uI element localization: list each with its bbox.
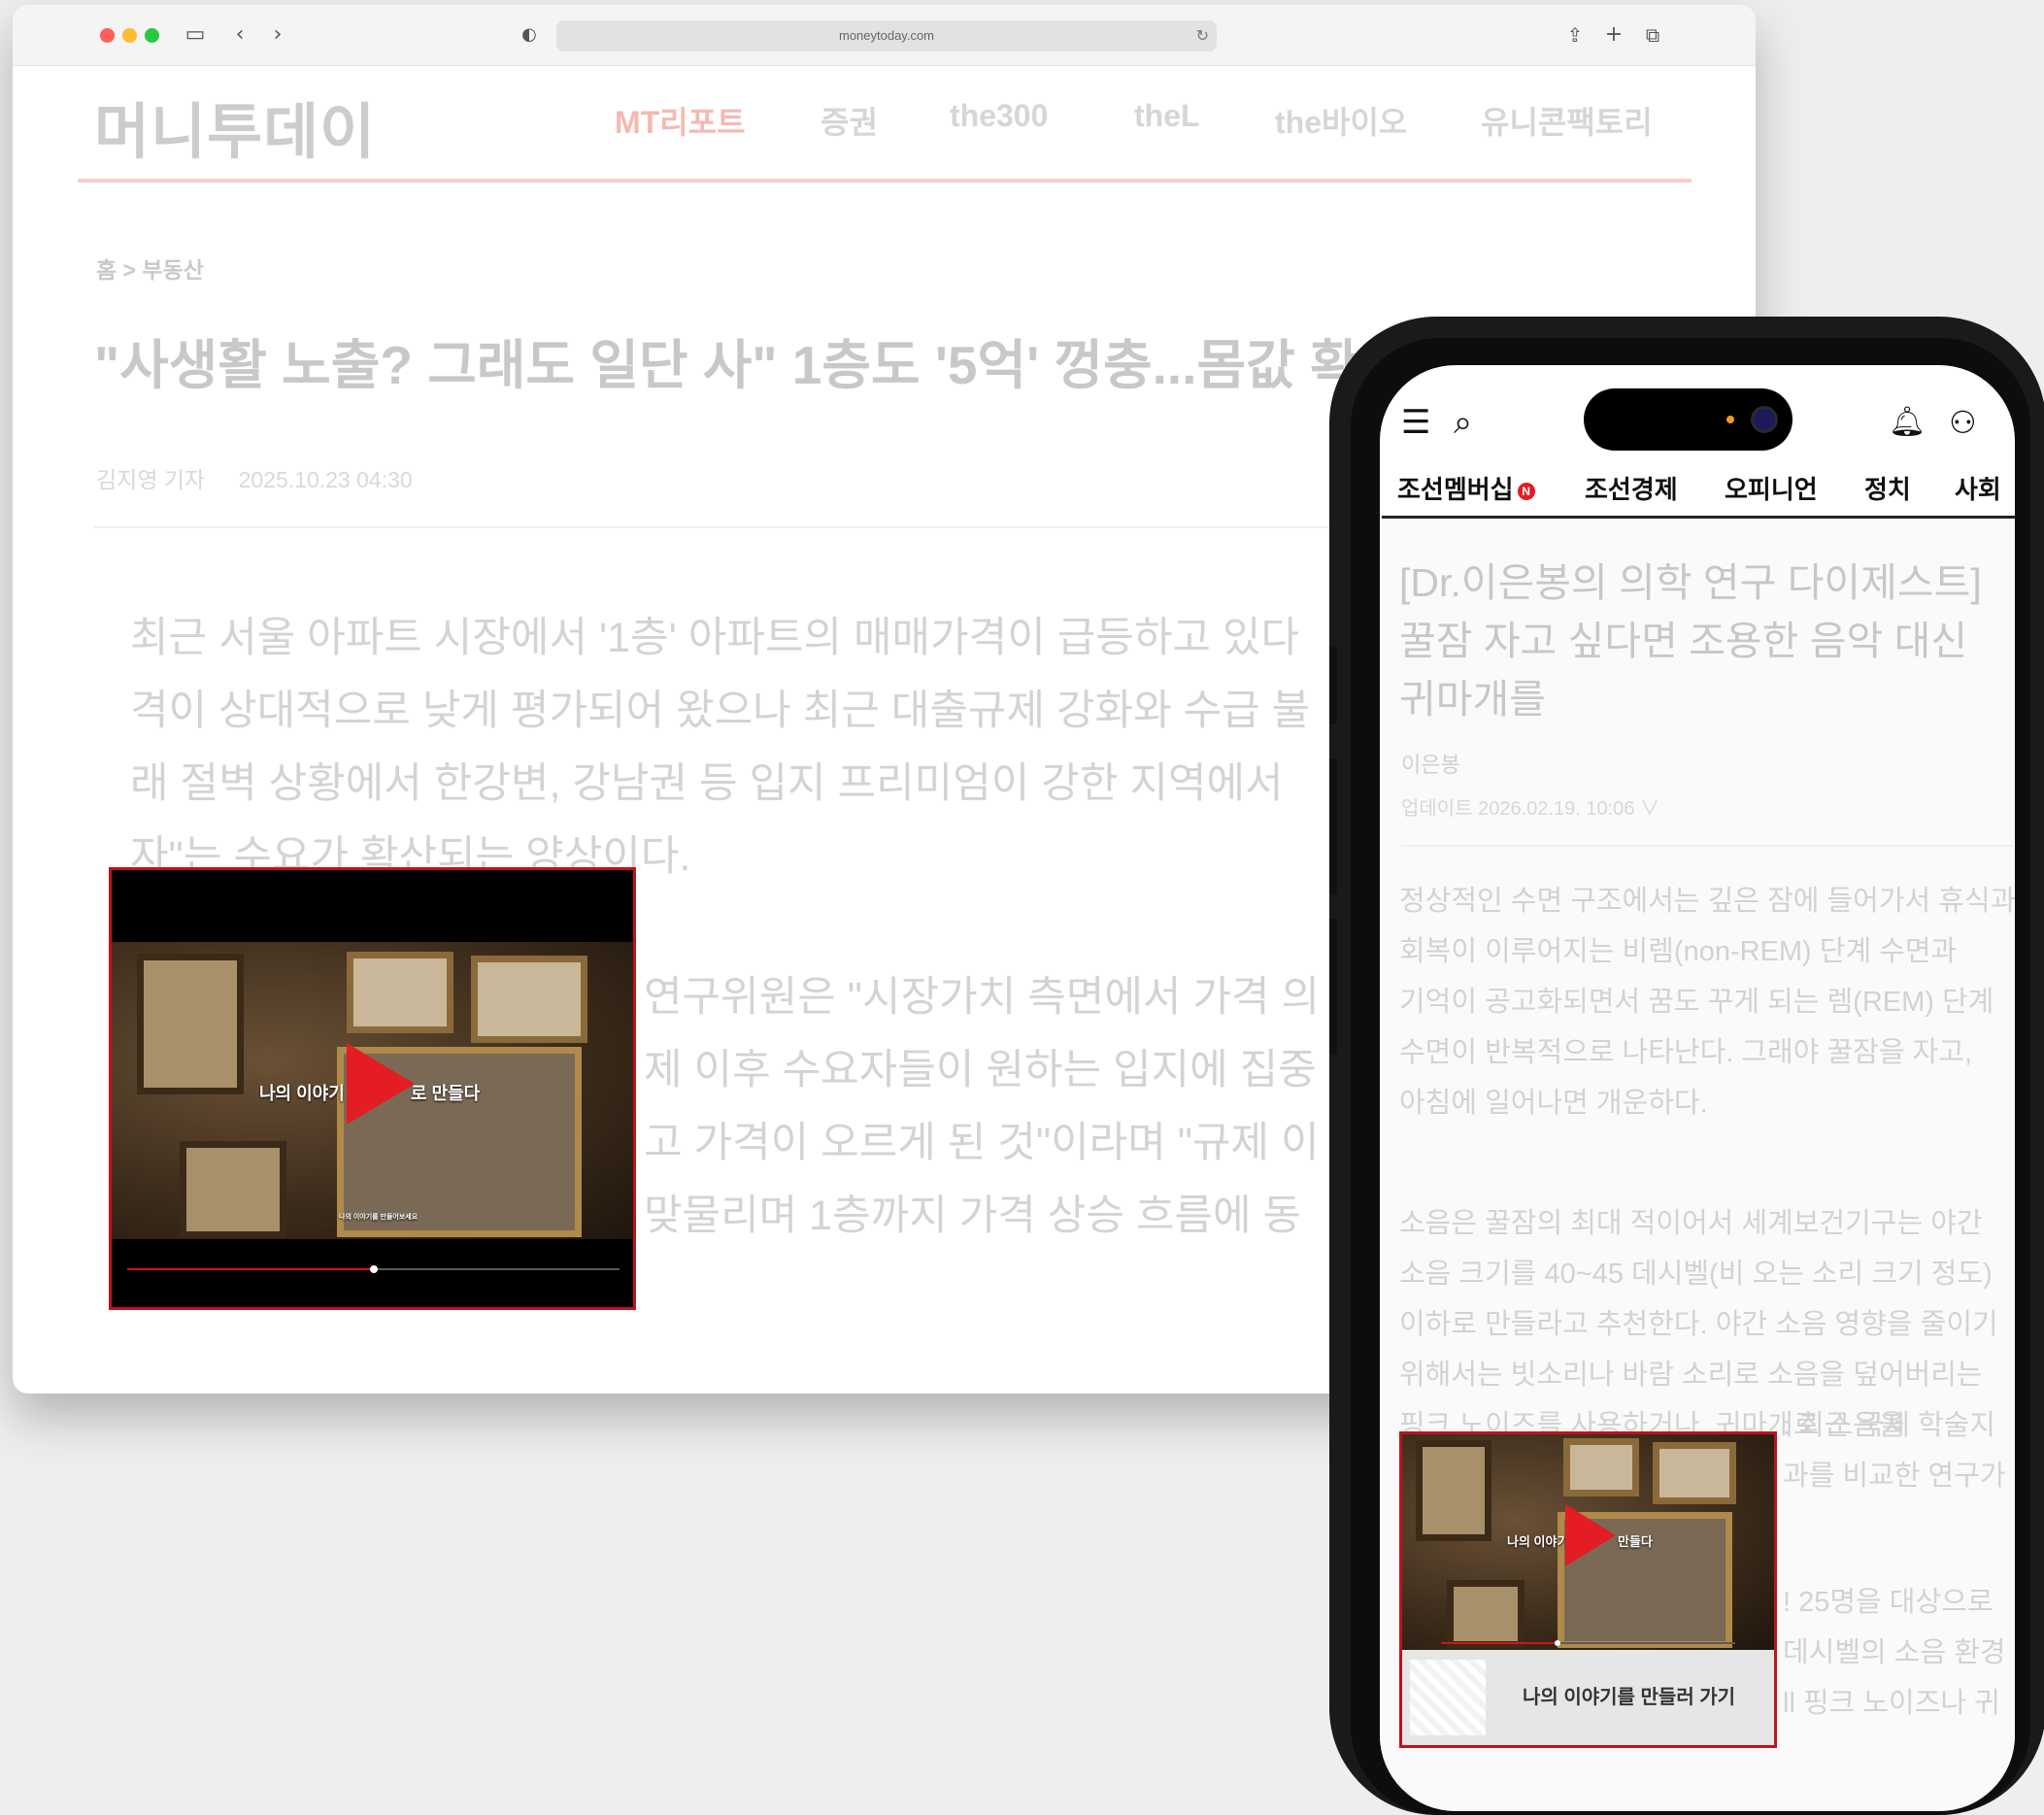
reload-icon[interactable]: ↻ — [1196, 20, 1209, 51]
privacy-indicator-dot — [1726, 416, 1734, 423]
paragraph-line: ll 핑크 노이즈나 귀 — [1783, 1688, 2000, 1719]
phone-video-player[interactable]: 나의 이야기 만들다 나의 이야기를 만들러 가기 — [1399, 1431, 1777, 1748]
article-paragraph-2: 연구위원은 "시장가치 측면에서 가격 의 제 이후 수요자들이 원하는 입지에… — [644, 974, 1321, 1239]
tab-label: 조선멤버십 — [1397, 475, 1514, 504]
phone-category-tabs: 조선멤버십 N 조선경제 오피니언 정치 사회 — [1380, 462, 2015, 511]
phone-screen: ☰ ⌕ 🔔︎ ⚇ 조선멤버십 N 조선경제 오피니언 정치 사회 [Dr.이은봉의… — [1380, 365, 2015, 1811]
user-account-icon[interactable]: ⚇ — [1949, 406, 1977, 439]
search-icon[interactable]: ⌕ — [1454, 406, 1472, 439]
front-camera — [1751, 406, 1778, 433]
nav-item-stocks[interactable]: 증권 — [821, 98, 878, 143]
photo-frame — [1563, 1438, 1639, 1496]
video-frame: 나의 이야기 만들다 — [1402, 1434, 1774, 1650]
tab-society[interactable]: 사회 — [1955, 470, 2001, 506]
phone-volume-button — [1329, 919, 1337, 1055]
video-overlay-text-left: 나의 이야기 — [1507, 1534, 1569, 1549]
play-icon[interactable] — [347, 1043, 415, 1125]
video-progress-bar[interactable] — [1441, 1640, 1735, 1646]
phone-paragraph-3-tail: ! 25명을 대상으로 데시벨의 소음 환경 ll 핑크 노이즈나 귀 — [1783, 1577, 2015, 1729]
phone-paragraph-1: 정상적인 수면 구조에서는 깊은 잠에 들어가서 휴식과 회복이 이루어지는 비… — [1399, 886, 2015, 1119]
close-window-button[interactable] — [100, 28, 115, 43]
minimize-window-button[interactable] — [122, 28, 137, 43]
phone-bezel: ☰ ⌕ 🔔︎ ⚇ 조선멤버십 N 조선경제 오피니언 정치 사회 [Dr.이은봉의… — [1351, 338, 2030, 1815]
phone-device: ☰ ⌕ 🔔︎ ⚇ 조선멤버십 N 조선경제 오피니언 정치 사회 [Dr.이은봉의… — [1329, 317, 2044, 1815]
nav-item-the300[interactable]: the300 — [950, 98, 1048, 134]
photo-frame — [137, 954, 244, 1094]
video-frame: 나의 이야기 로 만들다 나의 이야기를 만들어보세요 — [112, 942, 633, 1239]
site-logo[interactable]: 머니투데이 — [94, 83, 376, 170]
phone-paragraph-2-tail: . 최근 국제 학술지 과를 비교한 연구가 — [1783, 1400, 2015, 1501]
video-overlay-text-right: 만들다 — [1618, 1534, 1653, 1549]
photo-frame — [471, 956, 587, 1043]
phone-update-date[interactable]: 업데이트 2026.02.19. 10:06 ∨ — [1401, 792, 1659, 821]
photo-frame — [1416, 1440, 1491, 1541]
video-caption: 나의 이야기를 만들어보세요 — [339, 1214, 419, 1221]
phone-volume-button — [1329, 758, 1337, 894]
address-bar[interactable]: moneytoday.com ↻ — [556, 20, 1217, 51]
nav-item-unicorn-factory[interactable]: 유니콘팩토리 — [1481, 98, 1653, 143]
paragraph-line: 과를 비교한 연구가 — [1783, 1461, 2006, 1492]
nav-divider — [78, 179, 1692, 183]
article-paragraph-1: 최근 서울 아파트 시장에서 '1층' 아파트의 매매가격이 급등하고 있다 격… — [130, 615, 1311, 880]
phone-volume-button — [1329, 647, 1337, 724]
tab-chosun-economy[interactable]: 조선경제 — [1585, 470, 1678, 506]
author-name: 김지영 기자 — [96, 467, 206, 492]
paragraph-line: 데시벨의 소음 환경 — [1783, 1637, 2006, 1668]
phone-article-headline: [Dr.이은봉의 의학 연구 다이제스트] 꿀잠 자고 싶다면 조용한 음악 대… — [1399, 560, 1982, 722]
notification-bell-icon[interactable]: 🔔︎ — [1889, 406, 1926, 439]
paragraph-line: ! 25명을 대상으로 — [1783, 1587, 1994, 1618]
photo-frame — [1447, 1580, 1525, 1648]
photo-frame — [1653, 1442, 1736, 1504]
cta-thumbnail — [1410, 1660, 1486, 1735]
video-scrubber-handle[interactable] — [369, 1265, 378, 1273]
sidebar-toggle-icon[interactable]: ▭ — [180, 19, 211, 50]
desktop-video-player[interactable]: 나의 이야기 로 만들다 나의 이야기를 만들어보세요 — [109, 867, 636, 1310]
share-icon[interactable]: ⇪ — [1559, 19, 1591, 50]
cta-label[interactable]: 나의 이야기를 만들러 가기 — [1523, 1650, 1735, 1745]
dynamic-island — [1584, 388, 1793, 451]
maximize-window-button[interactable] — [145, 28, 159, 43]
new-tab-icon[interactable]: + — [1598, 19, 1629, 50]
nav-item-thebio[interactable]: the바이오 — [1275, 98, 1407, 143]
photo-frame — [347, 952, 453, 1033]
tab-overview-icon[interactable]: ⧉ — [1637, 19, 1668, 50]
play-icon[interactable] — [1565, 1504, 1616, 1566]
tab-politics[interactable]: 정치 — [1864, 470, 1911, 506]
video-progress-bar[interactable] — [127, 1265, 620, 1273]
photo-frame — [180, 1141, 286, 1238]
video-overlay-text-right: 로 만들다 — [411, 1084, 481, 1103]
article-byline: 김지영 기자 2025.10.23 04:30 — [96, 461, 440, 494]
breadcrumb[interactable]: 홈 > 부동산 — [96, 252, 204, 285]
tab-opinion[interactable]: 오피니언 — [1725, 470, 1818, 506]
phone-article-divider — [1401, 845, 2013, 847]
video-cta-bar[interactable]: 나의 이야기를 만들러 가기 — [1402, 1650, 1774, 1745]
menu-icon[interactable]: ☰ — [1401, 406, 1430, 439]
phone-author-name[interactable]: 이은봉 — [1401, 748, 1460, 779]
privacy-shield-icon[interactable]: ◐ — [514, 19, 545, 50]
nav-item-thel[interactable]: theL — [1134, 98, 1200, 134]
forward-icon[interactable]: › — [262, 19, 293, 50]
video-progress-fill — [1441, 1642, 1559, 1644]
new-badge: N — [1517, 483, 1535, 500]
back-icon[interactable]: ‹ — [224, 19, 255, 50]
paragraph-line: . 최근 국제 학술지 — [1783, 1410, 1995, 1441]
browser-toolbar: ▭ ‹ › ◐ moneytoday.com ↻ ⇪ + ⧉ — [13, 5, 1756, 66]
nav-item-mt-report[interactable]: MT리포트 — [615, 98, 746, 143]
video-overlay-text-left: 나의 이야기 — [259, 1084, 345, 1103]
video-progress-fill — [127, 1268, 374, 1270]
tab-chosun-membership[interactable]: 조선멤버십 N — [1397, 470, 1535, 506]
url-text: moneytoday.com — [838, 28, 935, 43]
publish-date: 2025.10.23 04:30 — [238, 467, 413, 492]
